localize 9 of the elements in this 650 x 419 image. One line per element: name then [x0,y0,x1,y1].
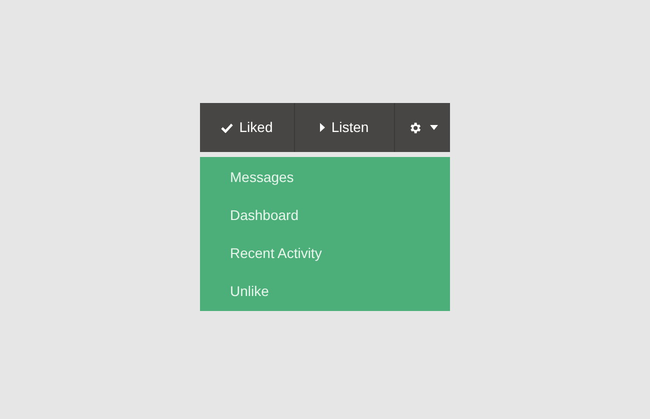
menu-item[interactable]: Unlike [200,272,450,310]
check-icon [221,122,234,132]
gear-icon [408,120,422,134]
caret-icon [430,125,438,130]
menu-item[interactable]: Dashboard [200,196,450,234]
play-icon [320,123,326,132]
menu-item[interactable]: Messages [200,158,450,196]
toolbar-button[interactable]: Liked [200,103,295,152]
menu-item[interactable]: Recent Activity [200,234,450,272]
